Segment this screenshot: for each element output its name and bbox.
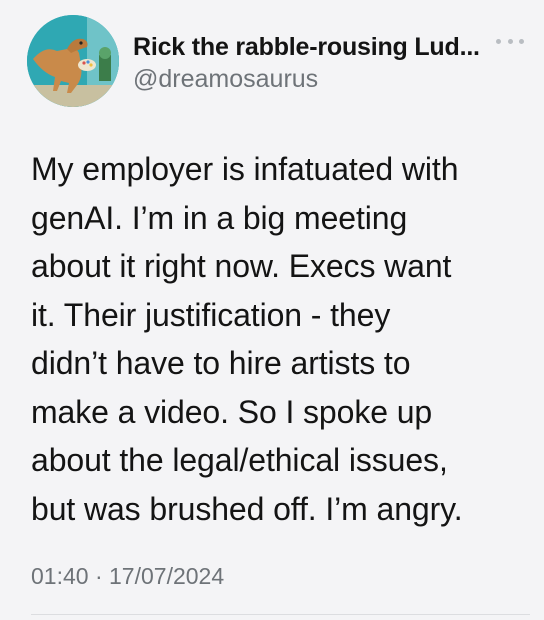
avatar[interactable] [27, 15, 119, 107]
tweet-date: 17/07/2024 [109, 563, 225, 589]
author-display-name[interactable]: Rick the rabble-rousing Lud... [133, 33, 503, 62]
separator: · [94, 563, 103, 589]
tweet-time: 01:40 [31, 563, 89, 589]
tweet-text: My employer is infatuated with genAI. I’… [31, 151, 463, 527]
dot [519, 38, 524, 44]
divider [31, 614, 530, 615]
tweet-timestamp[interactable]: 01:40 · 17/07/2024 [31, 563, 224, 590]
tweet-card: Rick the rabble-rousing Lud... @dreamosa… [0, 0, 544, 620]
author-handle[interactable]: @dreamosaurus [133, 65, 318, 94]
tweet-header: Rick the rabble-rousing Lud... @dreamosa… [27, 15, 530, 107]
dot [507, 38, 513, 44]
dot [496, 38, 501, 44]
more-options-icon[interactable] [496, 31, 524, 51]
dinosaur-artist-avatar-icon [27, 15, 119, 107]
